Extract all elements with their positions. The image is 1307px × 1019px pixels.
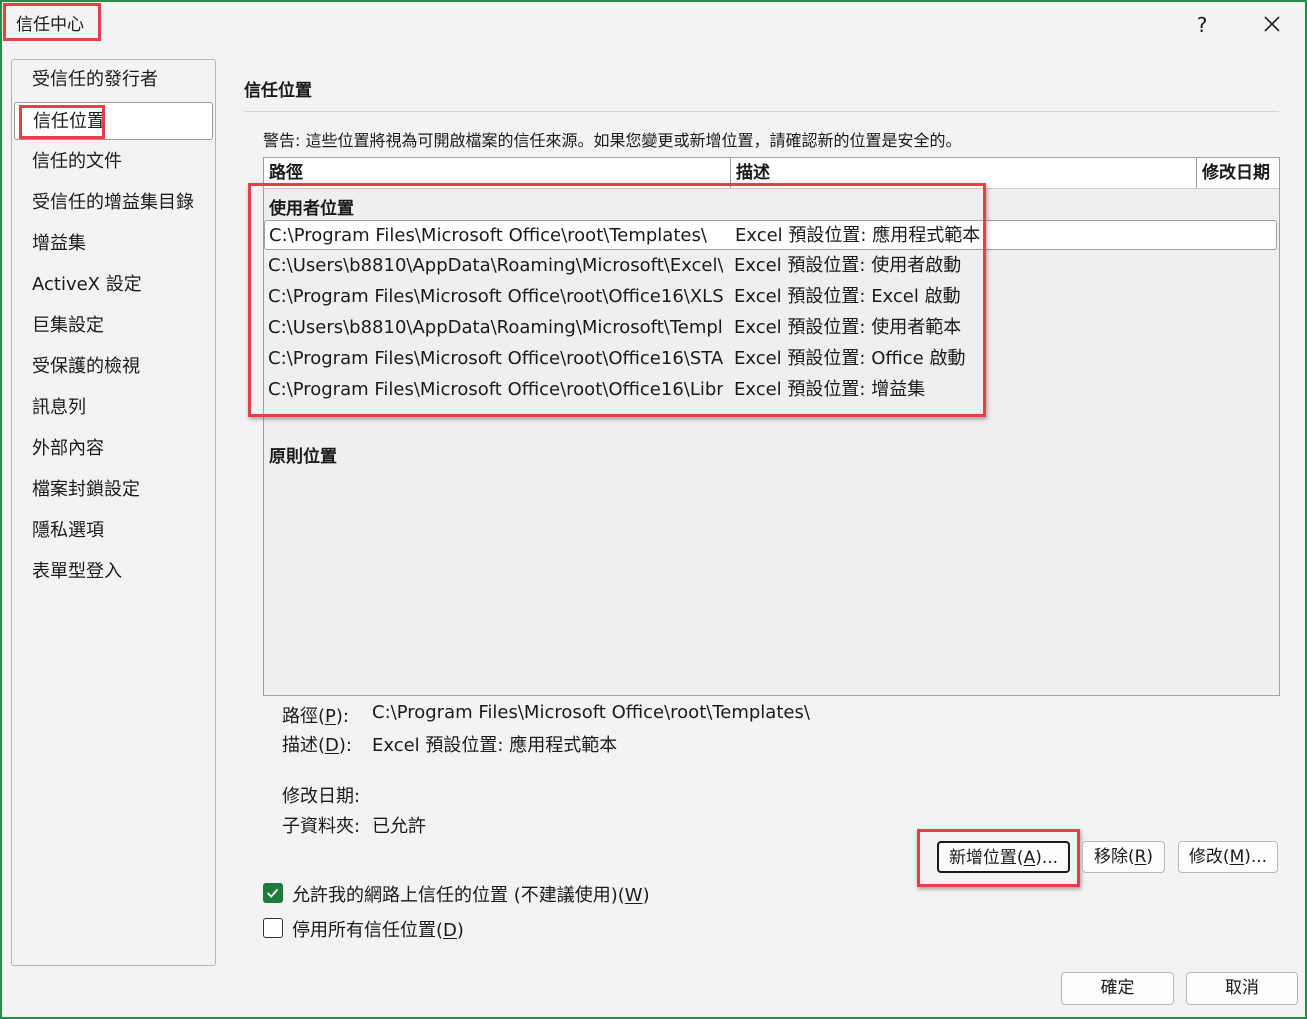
- subfolders-value: 已允許: [372, 816, 426, 837]
- sidebar-item-activex[interactable]: ActiveX 設定: [14, 266, 213, 304]
- date-modified-label: 修改日期:: [282, 786, 361, 807]
- help-button[interactable]: ?: [1187, 10, 1217, 40]
- column-header-date[interactable]: 修改日期: [1197, 158, 1279, 188]
- cancel-button[interactable]: 取消: [1186, 972, 1298, 1005]
- disable-all-locations-label[interactable]: 停用所有信任位置(D): [292, 916, 464, 942]
- sidebar: 受信任的發行者 信任位置 信任的文件 受信任的增益集目錄 增益集 ActiveX…: [11, 59, 216, 966]
- trust-center-dialog: 信任中心 ? 受信任的發行者 信任位置 信任的文件 受信任的增益集目錄 增益集 …: [0, 0, 1307, 1019]
- modify-button[interactable]: 修改(M)...: [1178, 841, 1278, 873]
- path-label: 路徑(P):: [282, 706, 349, 727]
- title-bar: 信任中心 ?: [2, 2, 1305, 48]
- sidebar-item-trusted-locations[interactable]: 信任位置: [14, 102, 213, 140]
- sidebar-item-form-signin[interactable]: 表單型登入: [14, 553, 213, 591]
- group-policy-locations: 原則位置: [269, 447, 337, 467]
- disable-all-locations-checkbox[interactable]: [263, 918, 283, 938]
- sidebar-item-trusted-documents[interactable]: 信任的文件: [14, 143, 213, 181]
- description-value: Excel 預設位置: 應用程式範本: [372, 735, 618, 756]
- ok-button[interactable]: 確定: [1061, 972, 1174, 1005]
- description-label: 描述(D):: [282, 735, 352, 756]
- subfolders-label: 子資料夾:: [282, 816, 361, 837]
- warning-text: 警告: 這些位置將視為可開啟檔案的信任來源。如果您變更或新增位置，請確認新的位置…: [263, 131, 962, 150]
- highlight-box: [248, 183, 986, 417]
- divider: [244, 111, 1279, 112]
- sidebar-item-macro[interactable]: 巨集設定: [14, 307, 213, 345]
- close-button[interactable]: [1256, 8, 1288, 40]
- allow-network-locations-checkbox[interactable]: [263, 883, 283, 903]
- section-title: 信任位置: [244, 81, 312, 101]
- allow-network-locations-label[interactable]: 允許我的網路上信任的位置 (不建議使用)(W): [292, 881, 650, 907]
- sidebar-item-message-bar[interactable]: 訊息列: [14, 389, 213, 427]
- remove-button[interactable]: 移除(R): [1082, 841, 1165, 873]
- close-icon: [1264, 16, 1280, 32]
- sidebar-item-external-content[interactable]: 外部內容: [14, 430, 213, 468]
- highlight-box: [917, 829, 1080, 887]
- sidebar-item-protected-view[interactable]: 受保護的檢視: [14, 348, 213, 386]
- path-value: C:\Program Files\Microsoft Office\root\T…: [372, 702, 810, 723]
- sidebar-item-privacy[interactable]: 隱私選項: [14, 512, 213, 550]
- sidebar-item-file-block[interactable]: 檔案封鎖設定: [14, 471, 213, 509]
- sidebar-item-trusted-publishers[interactable]: 受信任的發行者: [14, 61, 213, 99]
- sidebar-item-trusted-addin-catalogs[interactable]: 受信任的增益集目錄: [14, 184, 213, 222]
- sidebar-item-addins[interactable]: 增益集: [14, 225, 213, 263]
- window-title: 信任中心: [3, 3, 101, 41]
- checkmark-icon: [266, 888, 279, 898]
- highlight-box: [19, 105, 105, 139]
